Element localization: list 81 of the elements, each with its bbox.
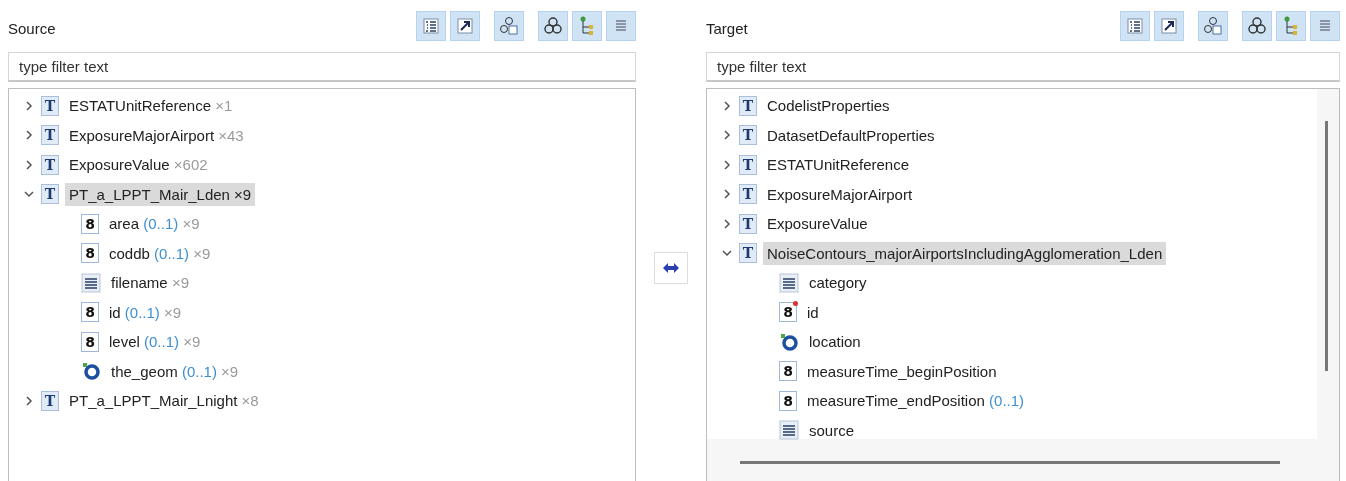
number-icon: 8 [81,331,99,352]
tree-item[interactable]: ExposureMajorAirport [763,182,917,206]
type-icon: T [41,184,59,205]
tree-item[interactable]: id [803,300,823,324]
swap-button[interactable] [654,252,688,284]
tree-item[interactable]: coddb (0..1) ×9 [105,241,215,265]
arrow-toolbar-button[interactable] [450,11,480,41]
tree-item[interactable]: ExposureValue [763,212,872,236]
number-icon: 8 [81,213,99,234]
tree-item[interactable]: ESTATUnitReference ×1 [65,94,237,118]
type-icon: T [41,95,59,116]
panel-title: Source [8,18,56,37]
type-icon: T [739,184,757,205]
list-icon [422,17,440,35]
chevron-right-icon[interactable] [23,129,35,142]
tree-item[interactable]: PT_a_LPPT_Mair_Lnight ×8 [65,389,263,413]
group-icon [499,16,519,36]
chevron-right-icon[interactable] [23,99,35,112]
tree-item[interactable]: id (0..1) ×9 [105,300,186,324]
text-lines-icon [779,420,799,441]
chevron-right-icon[interactable] [23,394,35,407]
list-icon [1126,17,1144,35]
number-icon: 8 [81,302,99,323]
type-icon: T [739,154,757,175]
tree-item[interactable]: category [805,271,871,295]
chevron-right-icon[interactable] [721,188,733,201]
panel-title: Target [706,18,748,37]
tree-item[interactable]: ESTATUnitReference [763,153,913,177]
circles-icon [543,16,563,36]
type-icon: T [739,243,757,264]
circles-icon [1247,16,1267,36]
group-icon [1203,16,1223,36]
number-icon: 8 [779,302,797,323]
lines-icon [1318,18,1332,34]
text-lines-icon [779,272,799,293]
tree-item[interactable]: measureTime_endPosition (0..1) [803,389,1029,413]
chevron-right-icon[interactable] [23,158,35,171]
filter-field[interactable]: type filter text [706,52,1340,82]
group-toolbar-button[interactable] [1198,11,1228,41]
tree-item[interactable]: area (0..1) ×9 [105,212,204,236]
tree-item[interactable]: CodelistProperties [763,94,894,118]
tree-item[interactable]: location [805,330,865,354]
chevron-right-icon[interactable] [721,129,733,142]
tree-item[interactable]: filename ×9 [107,271,193,295]
type-icon: T [41,154,59,175]
number-icon: 8 [779,361,797,382]
circles-toolbar-button[interactable] [1242,11,1272,41]
arrow-toolbar-button[interactable] [1154,11,1184,41]
tree-item[interactable]: level (0..1) ×9 [105,330,205,354]
text-lines-icon [81,272,101,293]
number-icon: 8 [779,390,797,411]
tree-item[interactable]: DatasetDefaultProperties [763,123,939,147]
vertical-scrollbar[interactable] [1325,121,1328,371]
circles-toolbar-button[interactable] [538,11,568,41]
chevron-right-icon[interactable] [721,158,733,171]
type-icon: T [739,95,757,116]
list-toolbar-button[interactable] [416,11,446,41]
type-icon: T [41,125,59,146]
type-icon: T [739,125,757,146]
tree-item[interactable]: measureTime_beginPosition [803,359,1001,383]
tree-item[interactable]: source [805,418,859,442]
type-icon: T [41,390,59,411]
tree-item[interactable]: ExposureMajorAirport ×43 [65,123,248,147]
chevron-right-icon[interactable] [721,217,733,230]
horizontal-scrollbar[interactable] [740,460,1280,464]
tree-item[interactable]: NoiseContours_majorAirportsIncludingAgglomeration_Lden [763,241,1167,265]
hierarchy-icon [578,16,596,36]
tree-item[interactable]: the_geom (0..1) ×9 [107,359,243,383]
list-toolbar-button[interactable] [1120,11,1150,41]
hierarchy-icon [1282,16,1300,36]
geometry-icon [779,331,799,352]
tree-item[interactable]: PT_a_LPPT_Mair_Lden ×9 [65,182,256,206]
filter-field[interactable]: type filter text [8,52,636,82]
chevron-right-icon[interactable] [721,99,733,112]
double-arrow-icon [663,262,679,274]
type-icon: T [739,213,757,234]
number-icon: 8 [81,243,99,264]
geometry-icon [81,361,101,382]
lines-icon [614,18,628,34]
tree-item[interactable]: ExposureValue ×602 [65,153,212,177]
group-toolbar-button[interactable] [494,11,524,41]
